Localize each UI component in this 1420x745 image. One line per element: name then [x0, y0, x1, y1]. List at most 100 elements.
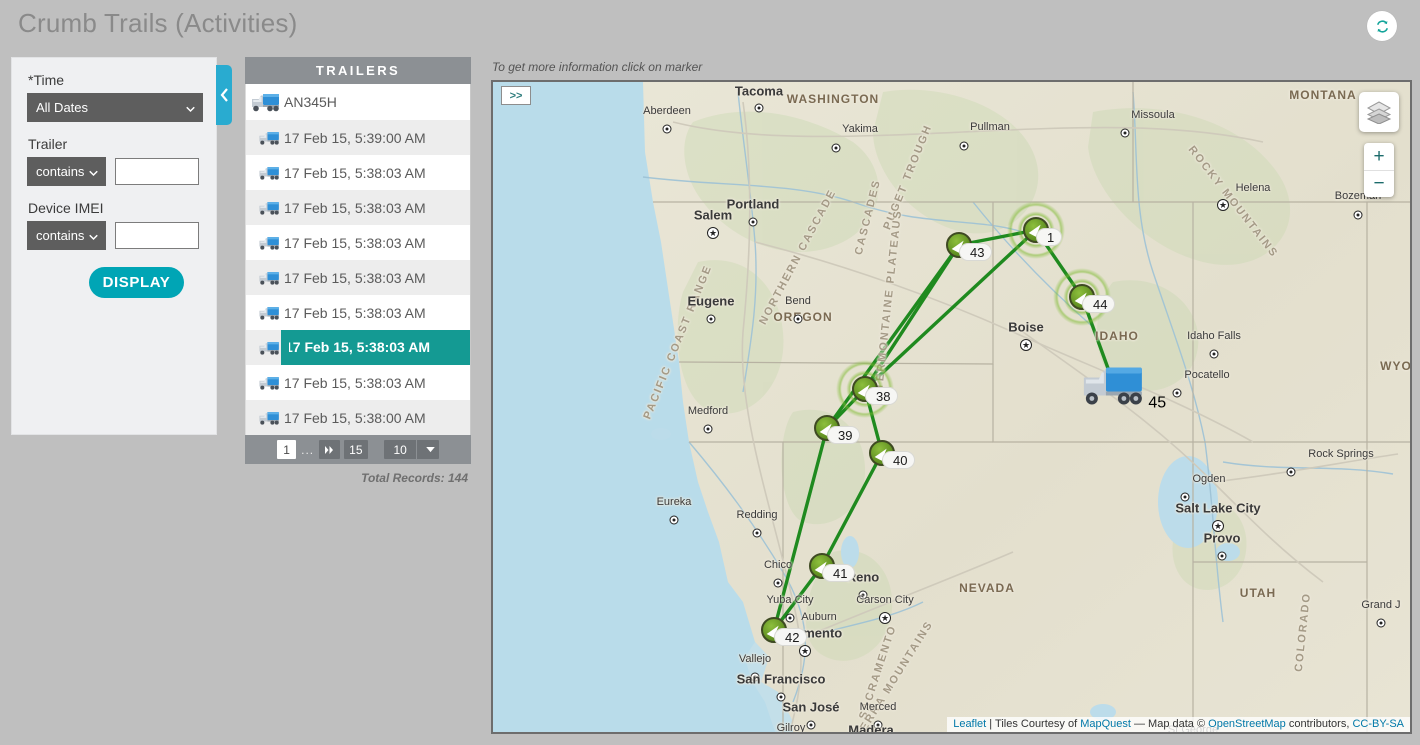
trailer-row[interactable]: 17 Feb 15, 5:38:03 AM — [246, 155, 470, 190]
time-select[interactable]: All Dates — [27, 93, 203, 122]
refresh-button[interactable] — [1367, 11, 1397, 41]
attr-sep-1: | Tiles Courtesy of — [986, 718, 1081, 730]
map-marker-38[interactable]: 38 — [832, 356, 899, 422]
page-current-button[interactable]: 1 — [277, 440, 297, 459]
truck-marker-45[interactable]: 45 — [1080, 362, 1166, 413]
trailer-row[interactable]: 17 Feb 15, 5:38:03 AM — [246, 330, 470, 365]
layers-icon — [1366, 101, 1392, 124]
truck-marker-label: 45 — [1148, 394, 1167, 412]
map-marker-40[interactable]: 40 — [869, 440, 916, 469]
trailer-row[interactable]: 17 Feb 15, 5:38:00 AM — [246, 400, 470, 435]
trailer-row-label: 17 Feb 15, 5:39:00 AM — [284, 129, 426, 146]
mapquest-link[interactable]: MapQuest — [1080, 718, 1131, 730]
trailer-operator-value: contains — [36, 164, 85, 179]
chevron-down-icon — [89, 234, 98, 240]
trailer-row-label: 17 Feb 15, 5:38:03 AM — [284, 234, 426, 251]
page-size-value: 10 — [393, 442, 407, 457]
truck-icon — [246, 91, 284, 113]
truck-icon — [246, 305, 284, 321]
truck-icon — [246, 375, 284, 391]
layers-control-button[interactable] — [1359, 92, 1399, 132]
imei-operator-select[interactable]: contains — [27, 221, 106, 250]
page-size-select[interactable]: 10 — [383, 440, 439, 459]
trailers-list: AN345H 17 Feb 15, 5:39:00 AM 17 Feb 15, 5:… — [245, 84, 471, 435]
truck-icon — [246, 130, 284, 146]
truck-icon — [246, 165, 284, 181]
truck-icon — [246, 410, 284, 426]
zoom-out-button[interactable]: − — [1364, 170, 1394, 197]
panel-collapse-handle[interactable] — [216, 65, 232, 125]
map-container[interactable]: PUGET TROUGH CASCADES NORTHERN CASCADE PACI… — [491, 80, 1412, 734]
double-chevron-right-icon — [325, 445, 334, 454]
map-marker-41[interactable]: 41 — [809, 553, 856, 582]
marker-label: 44 — [1081, 295, 1116, 313]
map-marker-1[interactable]: 1 — [1003, 196, 1069, 263]
time-select-value: All Dates — [36, 100, 89, 115]
marker-label: 43 — [959, 243, 993, 261]
map-attribution: Leaflet | Tiles Courtesy of MapQuest — M… — [947, 717, 1410, 732]
map-marker-42[interactable]: 42 — [761, 617, 808, 646]
trailer-row-label: 17 Feb 15, 5:38:03 AM — [284, 374, 426, 391]
page-last-button[interactable]: 15 — [344, 440, 368, 459]
trail-segment — [820, 452, 884, 567]
truck-icon — [246, 235, 284, 251]
map-marker-39[interactable]: 39 — [814, 415, 861, 444]
trailer-row-label: AN345H — [284, 94, 337, 110]
page-title: Crumb Trails (Activities) — [18, 8, 298, 38]
chevron-down-icon — [186, 106, 195, 112]
trailer-operator-select[interactable]: contains — [27, 157, 106, 186]
trailer-row-label: 17 Feb 15, 5:38:03 AM — [284, 199, 426, 216]
map-marker-43[interactable]: 43 — [946, 232, 993, 261]
page-size-divider — [415, 440, 417, 459]
trailer-row[interactable]: 17 Feb 15, 5:38:03 AM — [246, 260, 470, 295]
trailer-label: Trailer — [28, 136, 68, 152]
trail-segment — [772, 427, 829, 631]
trailer-row-label: 17 Feb 15, 5:38:03 AM — [284, 304, 426, 321]
trailer-row[interactable]: 17 Feb 15, 5:39:00 AM — [246, 120, 470, 155]
marker-label: 40 — [882, 451, 916, 469]
crumb-trail-lines — [772, 228, 1115, 632]
trailer-filter-row: contains — [27, 157, 201, 186]
marker-label: 42 — [774, 628, 808, 646]
license-link[interactable]: CC-BY-SA — [1352, 718, 1404, 730]
chevron-down-icon — [426, 446, 435, 452]
openstreetmap-link[interactable]: OpenStreetMap — [1208, 718, 1286, 730]
trailers-pager: 1 ... 15 10 — [245, 435, 471, 464]
attr-sep-3: contributors, — [1285, 718, 1353, 730]
device-imei-label: Device IMEI — [28, 200, 104, 216]
page-next-button[interactable] — [319, 440, 341, 459]
trailer-input[interactable] — [115, 158, 199, 185]
trailer-row[interactable]: 17 Feb 15, 5:38:03 AM — [246, 295, 470, 330]
chevron-down-icon — [89, 170, 98, 176]
map-hint: To get more information click on marker — [492, 60, 703, 74]
trailer-row[interactable]: 17 Feb 15, 5:38:03 AM — [246, 365, 470, 400]
map-marker-44[interactable]: 44 — [1048, 264, 1116, 330]
time-label: *Time — [28, 72, 65, 88]
truck-icon — [246, 270, 284, 286]
trailer-row[interactable]: 17 Feb 15, 5:38:03 AM — [246, 190, 470, 225]
truck-icon — [246, 200, 284, 216]
attr-sep-2: — Map data © — [1130, 718, 1209, 730]
trailer-row-label: 17 Feb 15, 5:38:03 AM — [284, 164, 426, 181]
map-expand-button[interactable]: >> — [501, 86, 531, 105]
trailer-row-label: 17 Feb 15, 5:38:03 AM — [284, 269, 426, 286]
marker-label: 41 — [822, 564, 856, 582]
filter-panel: *Time All Dates Trailer contains Device … — [11, 57, 217, 435]
imei-input[interactable] — [115, 222, 199, 249]
refresh-icon — [1376, 19, 1388, 33]
trailer-row[interactable]: 17 Feb 15, 5:38:03 AM — [246, 225, 470, 260]
zoom-controls: + − — [1364, 143, 1394, 197]
marker-label: 1 — [1036, 227, 1063, 246]
chevron-left-icon — [220, 88, 228, 102]
display-button[interactable]: DISPLAY — [89, 267, 184, 298]
trailer-row-label: 17 Feb 15, 5:38:00 AM — [284, 409, 426, 426]
trailer-row-label: 17 Feb 15, 5:38:03 AM — [281, 330, 470, 365]
zoom-in-button[interactable]: + — [1364, 143, 1394, 170]
marker-label: 39 — [827, 426, 861, 444]
imei-filter-row: contains — [27, 221, 201, 250]
trailers-panel: TRAILERS AN345H 17 Feb 15, 5:39:00 AM 17 F… — [245, 57, 471, 485]
leaflet-link[interactable]: Leaflet — [953, 718, 986, 730]
trailer-row-root[interactable]: AN345H — [246, 84, 470, 120]
trailers-header: TRAILERS — [245, 57, 471, 84]
total-records-label: Total Records: 144 — [361, 471, 468, 485]
